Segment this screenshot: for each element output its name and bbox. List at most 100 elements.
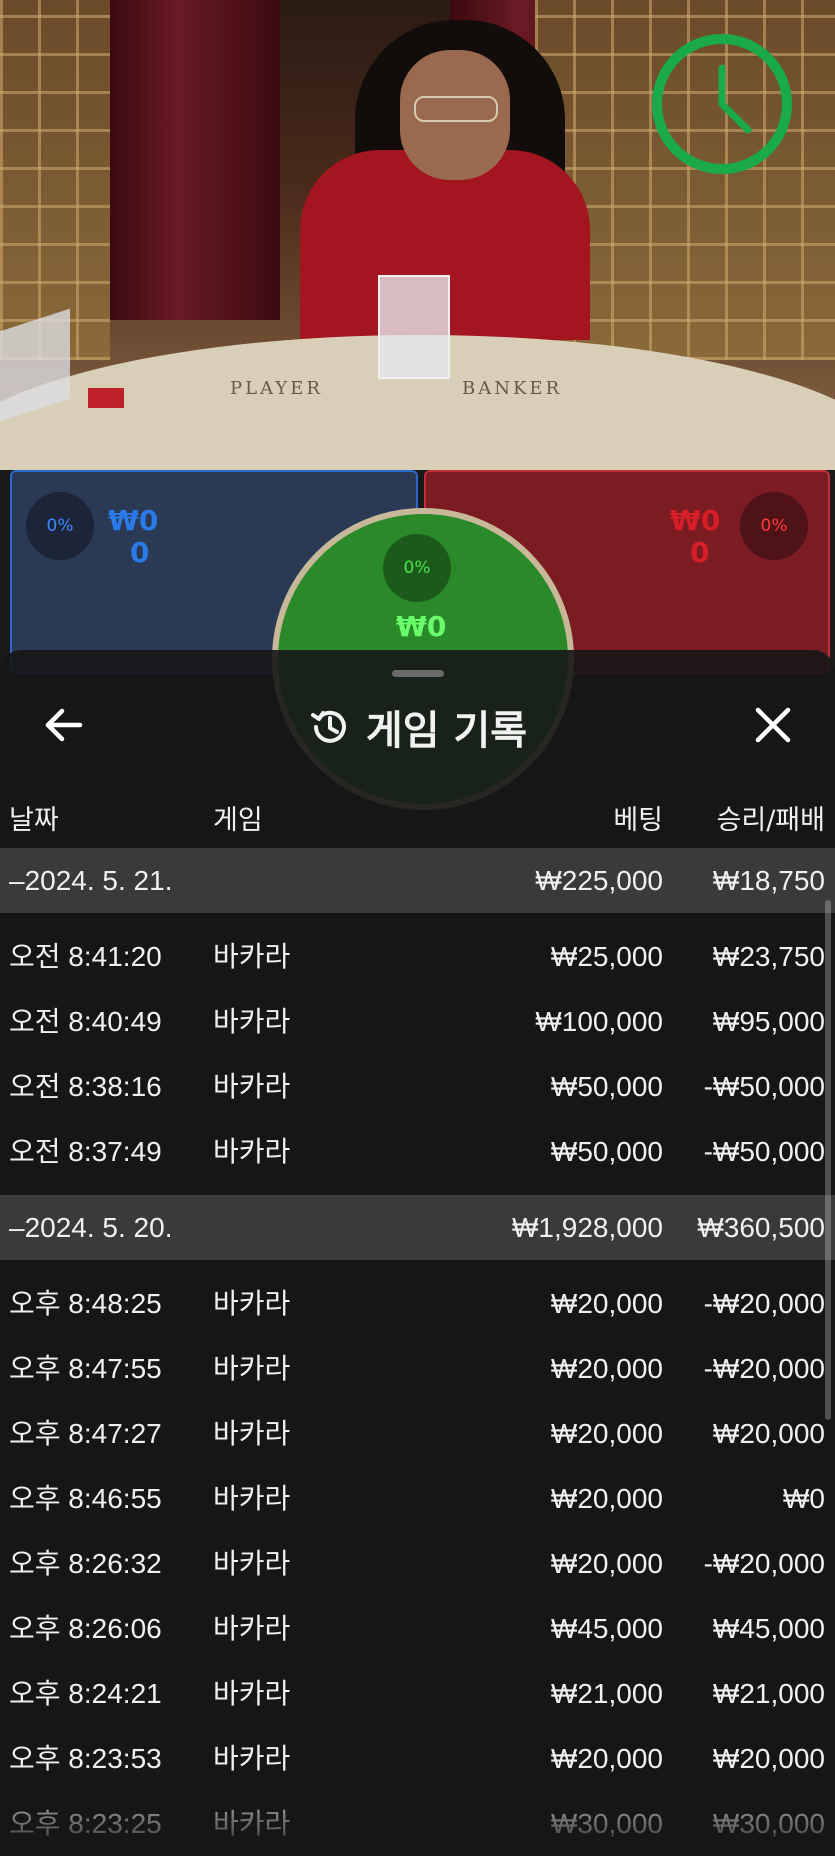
date-group-row[interactable]: –2024. 5. 21. ₩225,000 ₩18,750 [0,848,835,913]
row-bet: ₩100,000 [535,1006,663,1037]
column-header-game: 게임 [213,805,263,836]
history-row[interactable]: 오전 8:40:49 바카라 ₩100,000 ₩95,000 [0,989,835,1054]
row-game: 바카라 [213,1353,291,1384]
row-win-loss: ₩21,000 [712,1678,825,1709]
row-game: 바카라 [213,1548,291,1579]
history-row[interactable]: 오후 8:23:25 바카라 ₩30,000 ₩30,000 [0,1791,835,1856]
row-win-loss: -₩50,000 [703,1071,825,1102]
history-row[interactable]: 오전 8:37:49 바카라 ₩50,000 -₩50,000 [0,1119,835,1184]
banker-percent: 0% [740,492,808,560]
row-game: 바카라 [213,1483,291,1514]
banker-player-count: 0 [690,536,710,569]
table-header: 날짜 게임 베팅 승리/패배 [0,798,835,838]
panel-title: 게임 기록 [365,708,528,754]
group-date: –2024. 5. 21. [9,865,173,896]
row-bet: ₩20,000 [550,1288,663,1319]
decor-lattice-left [0,0,110,360]
row-bet: ₩20,000 [550,1548,663,1579]
panel-header: 게임 기록 [0,698,835,754]
row-game: 바카라 [213,941,291,972]
row-bet: ₩20,000 [550,1418,663,1449]
date-group-row[interactable]: –2024. 5. 20. ₩1,928,000 ₩360,500 [0,1195,835,1260]
row-game: 바카라 [213,1136,291,1167]
curtain-left [110,0,280,320]
row-win-loss: ₩0 [783,1483,825,1514]
card-shoe [378,275,450,379]
row-game: 바카라 [213,1071,291,1102]
row-time: 오전 8:40:49 [9,1006,162,1037]
row-bet: ₩50,000 [550,1136,663,1167]
history-row[interactable]: 오전 8:38:16 바카라 ₩50,000 -₩50,000 [0,1054,835,1119]
group-bet-total: ₩1,928,000 [512,1212,663,1243]
row-win-loss: ₩45,000 [712,1613,825,1644]
row-win-loss: ₩95,000 [712,1006,825,1037]
row-win-loss: ₩30,000 [712,1808,825,1839]
row-bet: ₩21,000 [550,1678,663,1709]
row-time: 오후 8:23:25 [9,1808,162,1839]
row-game: 바카라 [213,1288,291,1319]
group-bet-total: ₩225,000 [535,865,663,896]
row-bet: ₩50,000 [550,1071,663,1102]
column-header-date: 날짜 [9,805,59,836]
row-bet: ₩20,000 [550,1483,663,1514]
row-time: 오후 8:26:32 [9,1548,162,1579]
row-time: 오전 8:37:49 [9,1136,162,1167]
row-time: 오전 8:41:20 [9,941,162,972]
row-win-loss: ₩20,000 [712,1418,825,1449]
group-win-total: ₩360,500 [697,1212,825,1243]
column-header-win-loss: 승리/패배 [716,805,825,836]
row-time: 오후 8:47:55 [9,1353,162,1384]
close-icon[interactable] [748,700,798,750]
row-win-loss: ₩23,750 [712,941,825,972]
row-game: 바카라 [213,1613,291,1644]
row-win-loss: -₩20,000 [703,1288,825,1319]
column-header-bet: 베팅 [613,805,663,836]
group-win-total: ₩18,750 [712,865,825,896]
row-win-loss: -₩50,000 [703,1136,825,1167]
history-row[interactable]: 오후 8:46:55 바카라 ₩20,000 ₩0 [0,1466,835,1531]
row-time: 오후 8:48:25 [9,1288,162,1319]
drag-handle[interactable] [392,670,444,677]
row-bet: ₩45,000 [550,1613,663,1644]
row-time: 오전 8:38:16 [9,1071,162,1102]
scrollbar[interactable] [825,900,831,1420]
history-row[interactable]: 오후 8:24:21 바카라 ₩21,000 ₩21,000 [0,1661,835,1726]
row-time: 오후 8:23:53 [9,1743,162,1774]
group-date: –2024. 5. 20. [9,1212,173,1243]
row-game: 바카라 [213,1006,291,1037]
row-time: 오후 8:26:06 [9,1613,162,1644]
row-bet: ₩25,000 [550,941,663,972]
player-percent: 0% [26,492,94,560]
player-bet-amount: ₩0 [108,504,159,537]
history-row[interactable]: 오후 8:47:55 바카라 ₩20,000 -₩20,000 [0,1336,835,1401]
row-time: 오후 8:24:21 [9,1678,162,1709]
tie-bet-amount: ₩0 [396,610,447,643]
row-game: 바카라 [213,1678,291,1709]
row-game: 바카라 [213,1743,291,1774]
row-win-loss: -₩20,000 [703,1548,825,1579]
row-win-loss: ₩20,000 [712,1743,825,1774]
history-list: –2024. 5. 21. ₩225,000 ₩18,750 오전 8:41:2… [0,848,835,1856]
row-time: 오후 8:47:27 [9,1418,162,1449]
row-bet: ₩30,000 [550,1808,663,1839]
table-player-label: PLAYER [230,378,323,399]
row-game: 바카라 [213,1808,291,1839]
player-player-count: 0 [130,536,150,569]
banker-bet-amount: ₩0 [670,504,721,537]
table-banker-label: BANKER [462,378,563,399]
row-bet: ₩20,000 [550,1743,663,1774]
history-row[interactable]: 오후 8:48:25 바카라 ₩20,000 -₩20,000 [0,1271,835,1336]
row-time: 오후 8:46:55 [9,1483,162,1514]
row-game: 바카라 [213,1418,291,1449]
history-row[interactable]: 오후 8:23:53 바카라 ₩20,000 ₩20,000 [0,1726,835,1791]
clock-icon [718,64,752,134]
history-icon [310,710,346,743]
row-win-loss: -₩20,000 [703,1353,825,1384]
tie-percent: 0% [383,534,451,602]
row-bet: ₩20,000 [550,1353,663,1384]
history-row[interactable]: 오후 8:47:27 바카라 ₩20,000 ₩20,000 [0,1401,835,1466]
history-row[interactable]: 오전 8:41:20 바카라 ₩25,000 ₩23,750 [0,924,835,989]
history-row[interactable]: 오후 8:26:06 바카라 ₩45,000 ₩45,000 [0,1596,835,1661]
game-history-panel: 게임 기록 날짜 게임 베팅 승리/패배 –2024. 5. 21. ₩225,… [0,650,835,1856]
history-row[interactable]: 오후 8:26:32 바카라 ₩20,000 -₩20,000 [0,1531,835,1596]
